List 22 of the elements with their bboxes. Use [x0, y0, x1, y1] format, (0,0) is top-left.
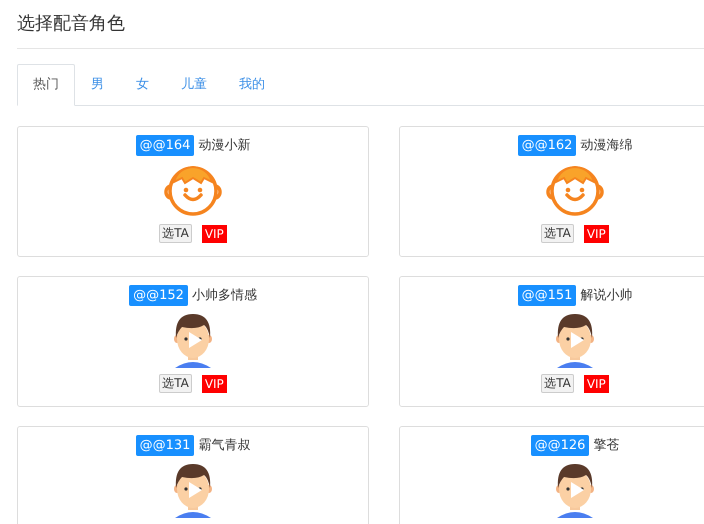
select-button[interactable]: 选TA	[159, 374, 192, 393]
voice-name: 解说小帅	[580, 286, 632, 304]
select-button[interactable]: 选TA	[541, 374, 574, 393]
select-button[interactable]: 选TA	[159, 224, 192, 243]
voice-name: 动漫小新	[198, 136, 250, 154]
page-title: 选择配音角色	[17, 12, 126, 36]
vip-tag: VIP	[202, 374, 227, 392]
voice-name: 霸气青叔	[198, 436, 250, 454]
select-button[interactable]: 选TA	[541, 224, 574, 243]
id-tag: @@152	[129, 284, 188, 306]
voice-name: 擎苍	[593, 436, 620, 454]
vip-tag: VIP	[202, 224, 227, 242]
id-tag: @@162	[518, 134, 576, 156]
id-tag: @@151	[518, 284, 576, 306]
id-tag: @@126	[530, 434, 590, 456]
vip-tag: VIP	[584, 224, 609, 242]
voice-name: 小帅多情感	[192, 286, 257, 304]
tab[interactable]: 热门	[17, 64, 75, 106]
vip-tag: VIP	[584, 374, 609, 392]
voice-name: 动漫海绵	[580, 136, 632, 154]
id-tag: @@164	[136, 134, 194, 156]
id-tag: @@131	[136, 434, 194, 456]
